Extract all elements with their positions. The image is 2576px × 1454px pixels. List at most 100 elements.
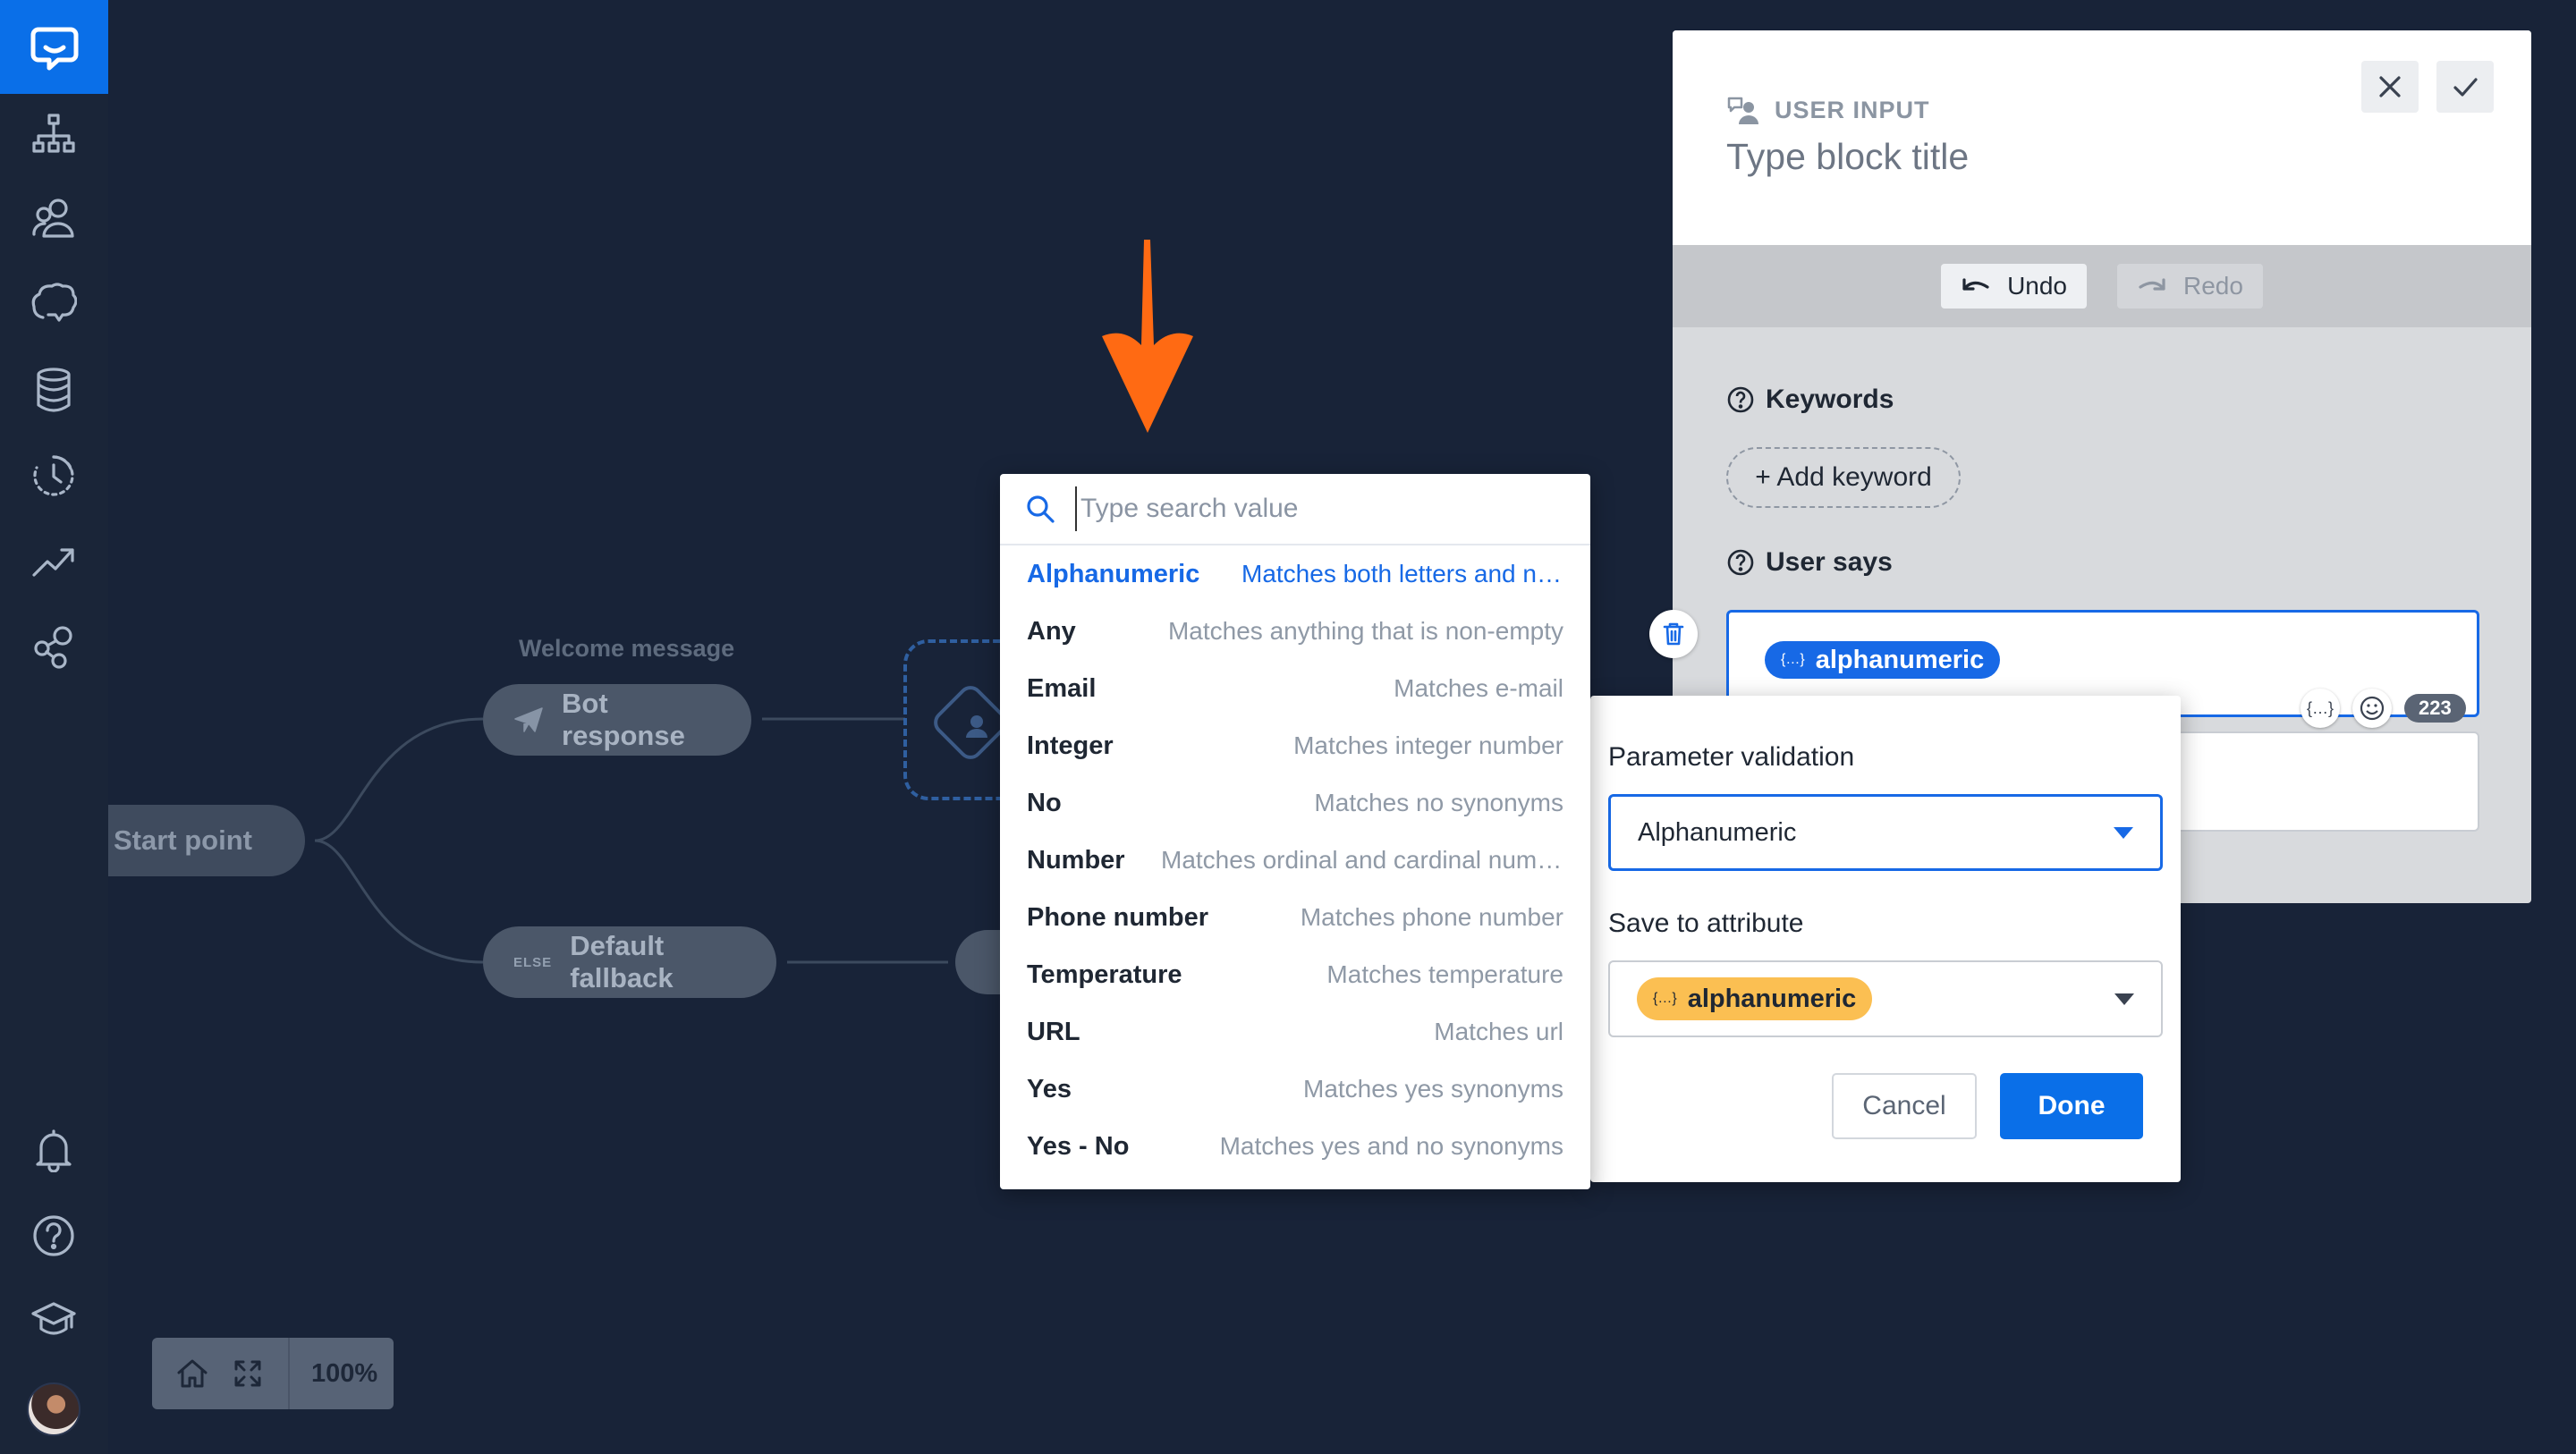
braces-icon: {…}: [1653, 991, 1677, 1006]
option-description: Matches both letters and numbers: [1241, 560, 1563, 588]
undo-button[interactable]: Undo: [1941, 264, 2087, 309]
undo-redo-bar: Undo Redo: [1673, 245, 2531, 327]
bell-icon[interactable]: [27, 1123, 80, 1177]
cancel-button[interactable]: Cancel: [1832, 1073, 1977, 1139]
done-button[interactable]: Done: [2000, 1073, 2143, 1139]
block-title-input[interactable]: Type block title: [1726, 136, 1969, 178]
emoji-icon[interactable]: [2352, 689, 2392, 728]
paper-plane-icon: [513, 706, 544, 733]
home-icon[interactable]: [165, 1338, 220, 1409]
panel-type-label: USER INPUT: [1775, 96, 1930, 123]
redo-button[interactable]: Redo: [2117, 264, 2263, 309]
default-fallback-node[interactable]: ELSE Default fallback: [483, 926, 776, 998]
option-description: Matches yes synonyms: [1303, 1075, 1563, 1103]
database-icon[interactable]: [27, 363, 80, 417]
attribute-chip: {…} alphanumeric: [1637, 977, 1873, 1020]
question-icon[interactable]: [27, 1209, 80, 1263]
user-input-diamond-icon: [934, 686, 1007, 759]
start-point-node[interactable]: Start point: [108, 805, 305, 876]
option-description: Matches integer number: [1293, 731, 1563, 759]
redo-label: Redo: [2183, 272, 2243, 300]
save-to-attribute-label: Save to attribute: [1608, 909, 1804, 938]
field-tools: {…} 223: [2301, 689, 2466, 728]
user-says-text: User says: [1766, 547, 1893, 577]
delete-button[interactable]: [1649, 610, 1698, 658]
help-icon[interactable]: [1726, 548, 1755, 577]
orange-arrow-icon: [1102, 240, 1193, 433]
brain-icon[interactable]: [27, 275, 80, 329]
welcome-message-label: Welcome message: [519, 635, 735, 662]
help-icon[interactable]: [1726, 385, 1755, 414]
parameter-chip[interactable]: {…} alphanumeric: [1765, 641, 2001, 679]
sitemap-icon[interactable]: [27, 107, 80, 161]
zoom-level[interactable]: 100%: [288, 1338, 377, 1409]
option-description: Matches url: [1434, 1018, 1563, 1045]
parameter-chip-label: alphanumeric: [1815, 645, 1985, 674]
nodes-icon[interactable]: [27, 621, 80, 674]
add-keyword-button[interactable]: + Add keyword: [1726, 447, 1961, 508]
option-name: Yes: [1027, 1074, 1072, 1103]
new-block-placeholder[interactable]: [903, 639, 1011, 800]
list-item[interactable]: URL Matches url: [1000, 1003, 1590, 1061]
fit-screen-icon[interactable]: [220, 1338, 275, 1409]
parameter-popover: Parameter validation Alphanumeric Save t…: [1590, 696, 2181, 1182]
bot-response-node[interactable]: Bot response: [483, 684, 751, 756]
panel-header: USER INPUT Type block title: [1673, 30, 2531, 245]
validation-search-dropdown: Alphanumeric Matches both letters and num…: [1000, 474, 1590, 1189]
parameter-validation-select[interactable]: Alphanumeric: [1608, 794, 2163, 871]
option-description: Matches temperature: [1326, 960, 1563, 988]
avatar[interactable]: [27, 1382, 80, 1436]
sidebar: [0, 0, 108, 1454]
list-item[interactable]: Phone number Matches phone number: [1000, 889, 1590, 946]
option-description: Matches ordinal and cardinal numbers: [1161, 846, 1563, 874]
list-item[interactable]: Integer Matches integer number: [1000, 717, 1590, 774]
users-icon[interactable]: [27, 191, 80, 245]
list-item[interactable]: Yes - No Matches yes and no synonyms: [1000, 1118, 1590, 1175]
option-name: Phone number: [1027, 902, 1209, 932]
keywords-label: Keywords: [1726, 385, 1894, 415]
list-item[interactable]: Yes Matches yes synonyms: [1000, 1061, 1590, 1118]
chevron-down-icon: [2114, 826, 2133, 839]
zoom-toolbar: 100%: [152, 1338, 394, 1409]
chevron-down-icon: [2114, 993, 2134, 1005]
list-item[interactable]: Number Matches ordinal and cardinal numbe…: [1000, 832, 1590, 889]
panel-type: USER INPUT: [1726, 95, 1930, 125]
character-counter: 223: [2404, 694, 2466, 723]
option-name: No: [1027, 788, 1062, 817]
else-tag: ELSE: [513, 954, 553, 970]
start-point-label: Start point: [114, 824, 252, 856]
close-button[interactable]: [2361, 61, 2419, 113]
braces-icon: {…}: [1781, 652, 1805, 667]
list-item[interactable]: Temperature Matches temperature: [1000, 946, 1590, 1003]
close-icon: [2379, 76, 2401, 97]
option-description: Matches yes and no synonyms: [1219, 1132, 1563, 1160]
search-row: [1000, 474, 1590, 545]
option-list: Alphanumeric Matches both letters and num…: [1000, 545, 1590, 1175]
list-item[interactable]: Alphanumeric Matches both letters and num…: [1000, 545, 1590, 603]
option-name: Any: [1027, 616, 1076, 646]
insert-variable-icon[interactable]: {…}: [2301, 689, 2340, 728]
trend-chart-icon[interactable]: [27, 535, 80, 588]
option-description: Matches phone number: [1300, 903, 1563, 931]
validation-value: Alphanumeric: [1638, 817, 1797, 847]
list-item[interactable]: No Matches no synonyms: [1000, 774, 1590, 832]
confirm-button[interactable]: [2436, 61, 2494, 113]
chat-bubble-logo-icon[interactable]: [0, 0, 108, 94]
undo-label: Undo: [2007, 272, 2067, 300]
option-name: Email: [1027, 673, 1097, 703]
history-clock-icon[interactable]: [27, 449, 80, 503]
search-icon: [1025, 494, 1055, 524]
keywords-text: Keywords: [1766, 385, 1894, 414]
user-says-label: User says: [1726, 547, 1893, 578]
option-name: Temperature: [1027, 959, 1182, 989]
list-item[interactable]: Any Matches anything that is non-empty: [1000, 603, 1590, 660]
option-description: Matches no synonyms: [1314, 789, 1563, 816]
save-to-attribute-select[interactable]: {…} alphanumeric: [1608, 960, 2163, 1037]
undo-icon: [1962, 278, 1989, 291]
option-name: Number: [1027, 845, 1125, 875]
default-fallback-label: Default fallback: [570, 930, 674, 993]
search-input[interactable]: [1075, 486, 1558, 531]
list-item[interactable]: Email Matches e-mail: [1000, 660, 1590, 717]
graduation-cap-icon[interactable]: [27, 1293, 80, 1347]
option-name: Yes - No: [1027, 1131, 1130, 1161]
